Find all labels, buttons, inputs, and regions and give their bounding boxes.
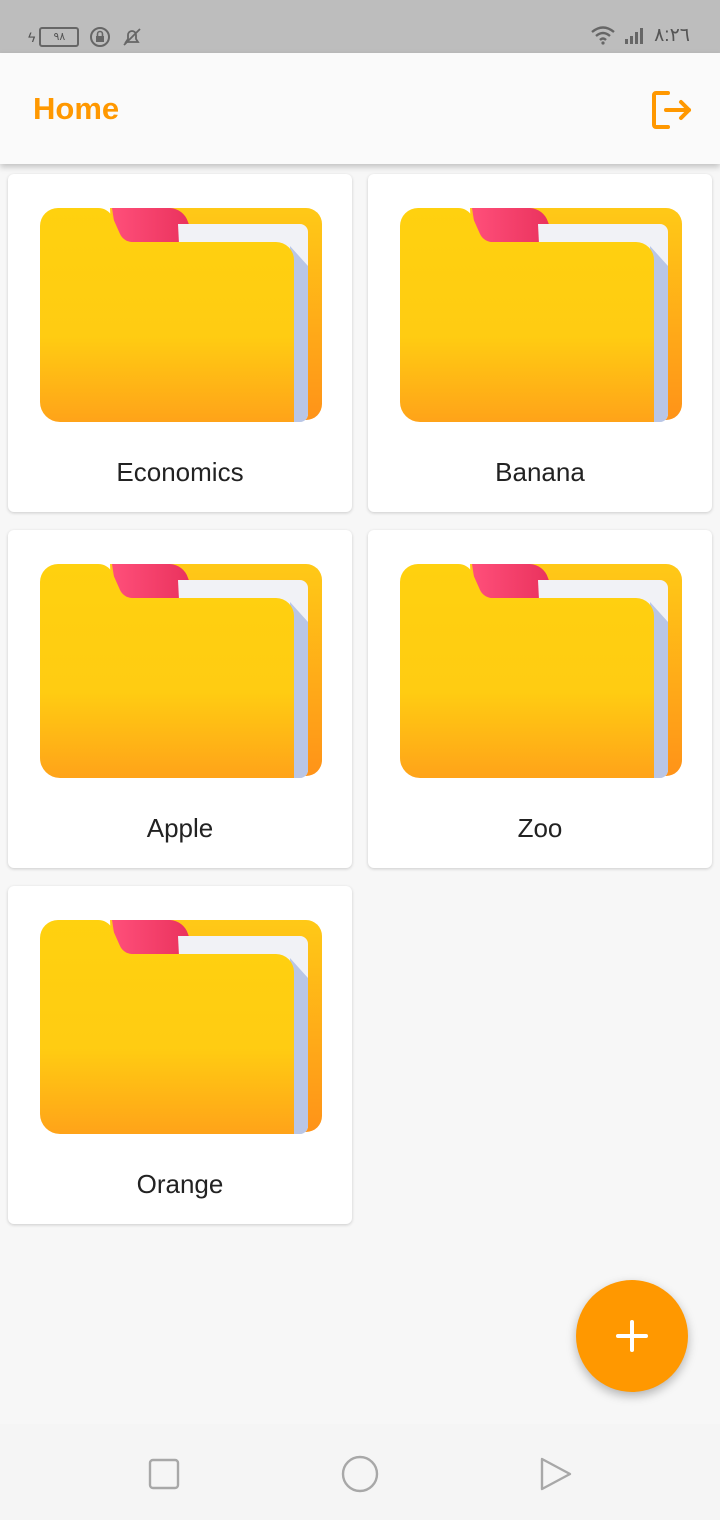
battery-icon: ٩٨	[39, 27, 80, 47]
recent-apps-icon[interactable]	[146, 1456, 182, 1492]
folder-icon	[38, 206, 324, 424]
lock-rotation-icon	[90, 27, 111, 47]
plus-icon	[616, 1320, 648, 1352]
home-icon[interactable]	[340, 1454, 380, 1494]
folder-card-banana[interactable]: Banana	[368, 174, 712, 512]
add-folder-button[interactable]	[576, 1280, 688, 1392]
clock: ٨:٢٦	[654, 24, 690, 46]
signal-icon	[625, 28, 644, 44]
back-icon[interactable]	[538, 1456, 574, 1492]
status-bar: ϟ ٩٨ ٨:٢٦	[0, 0, 720, 53]
app-bar: Home	[0, 53, 720, 164]
folder-icon	[398, 562, 684, 780]
status-bar-right: ٨:٢٦	[590, 22, 690, 48]
folder-label: Apple	[146, 813, 214, 843]
page-title: Home	[33, 91, 120, 126]
logout-icon[interactable]	[648, 87, 694, 133]
folder-icon	[38, 918, 324, 1136]
folder-icon	[398, 206, 684, 424]
status-bar-left: ϟ ٩٨	[28, 24, 143, 50]
charging-icon: ϟ	[28, 29, 36, 45]
folder-card-zoo[interactable]: Zoo	[368, 530, 712, 868]
battery-indicator: ϟ ٩٨	[28, 27, 80, 47]
folder-card-orange[interactable]: Orange	[8, 886, 352, 1224]
folder-icon	[38, 562, 324, 780]
folder-label: Economics	[116, 457, 244, 487]
wifi-icon	[591, 26, 615, 45]
folder-label: Zoo	[517, 813, 563, 843]
folder-card-economics[interactable]: Economics	[8, 174, 352, 512]
bell-off-icon	[123, 28, 142, 46]
folder-card-apple[interactable]: Apple	[8, 530, 352, 868]
folder-label: Orange	[136, 1169, 224, 1199]
system-nav-bar	[0, 1424, 720, 1520]
folder-label: Banana	[495, 457, 585, 487]
battery-level: ٩٨	[53, 31, 66, 43]
